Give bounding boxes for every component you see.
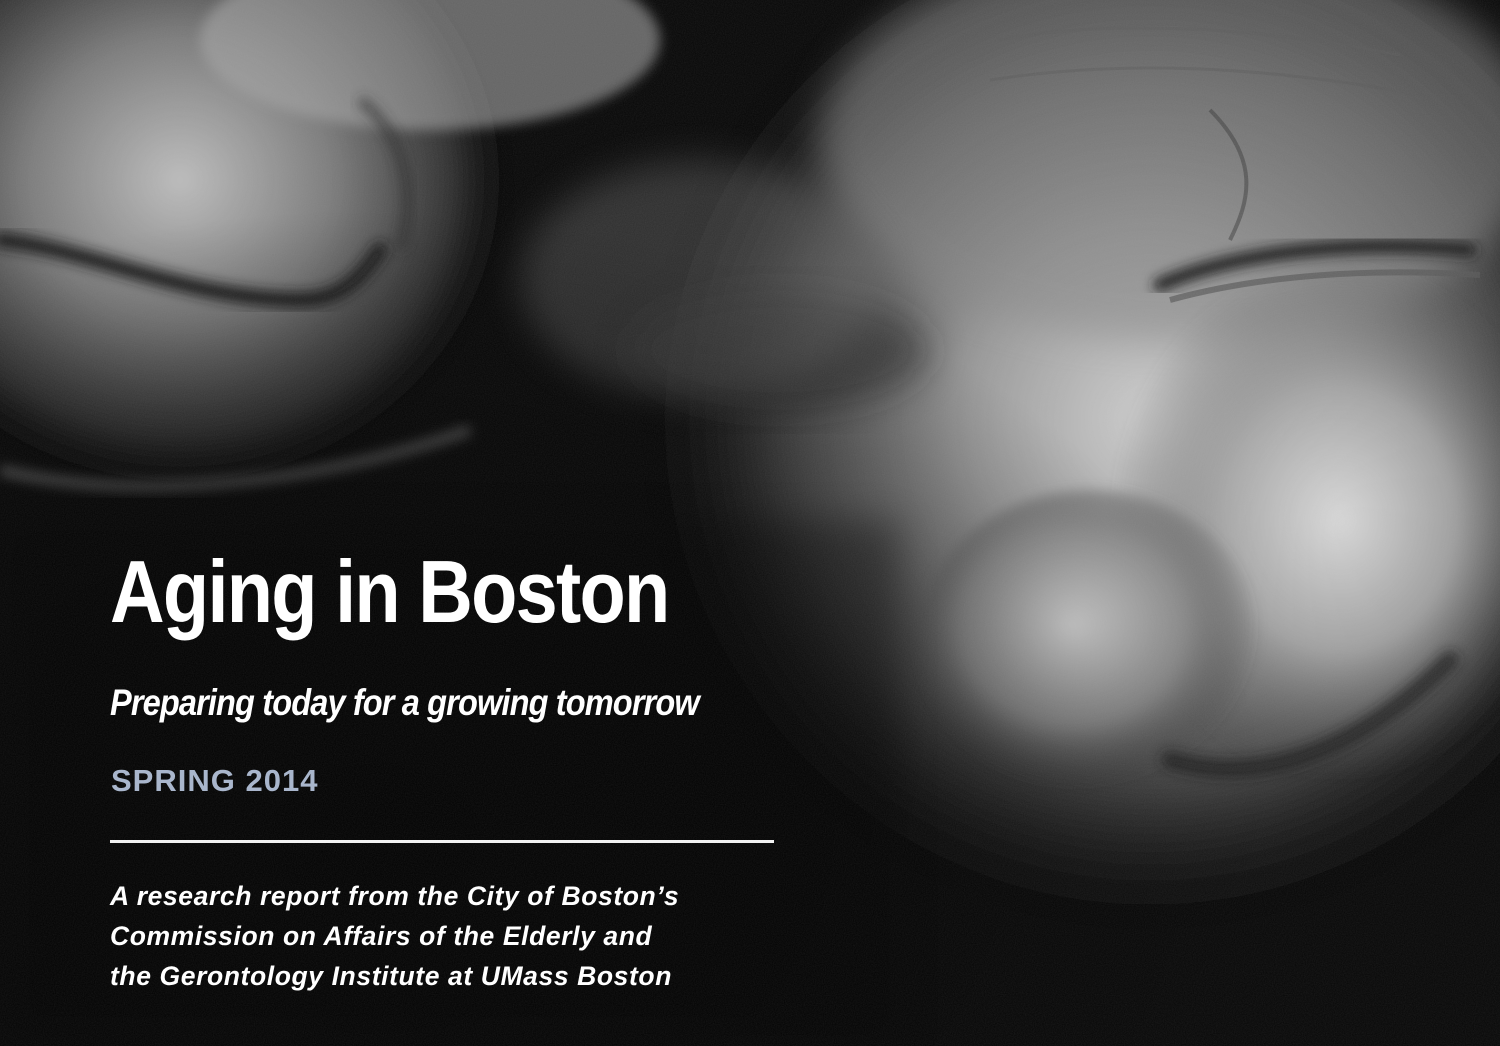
report-subtitle: Preparing today for a growing tomorrow: [110, 682, 700, 723]
description-line-2: Commission on Affairs of the Elderly and: [110, 921, 653, 951]
report-title: Aging in Boston: [110, 542, 670, 641]
publication-season: SPRING 2014: [111, 763, 319, 798]
description-line-3: the Gerontology Institute at UMass Bosto…: [110, 961, 672, 991]
description-line-1: A research report from the City of Bosto…: [110, 881, 680, 911]
report-description: A research report from the City of Bosto…: [110, 876, 679, 996]
divider-rule: [110, 840, 774, 843]
report-cover: Aging in Boston Preparing today for a gr…: [0, 0, 1500, 1046]
